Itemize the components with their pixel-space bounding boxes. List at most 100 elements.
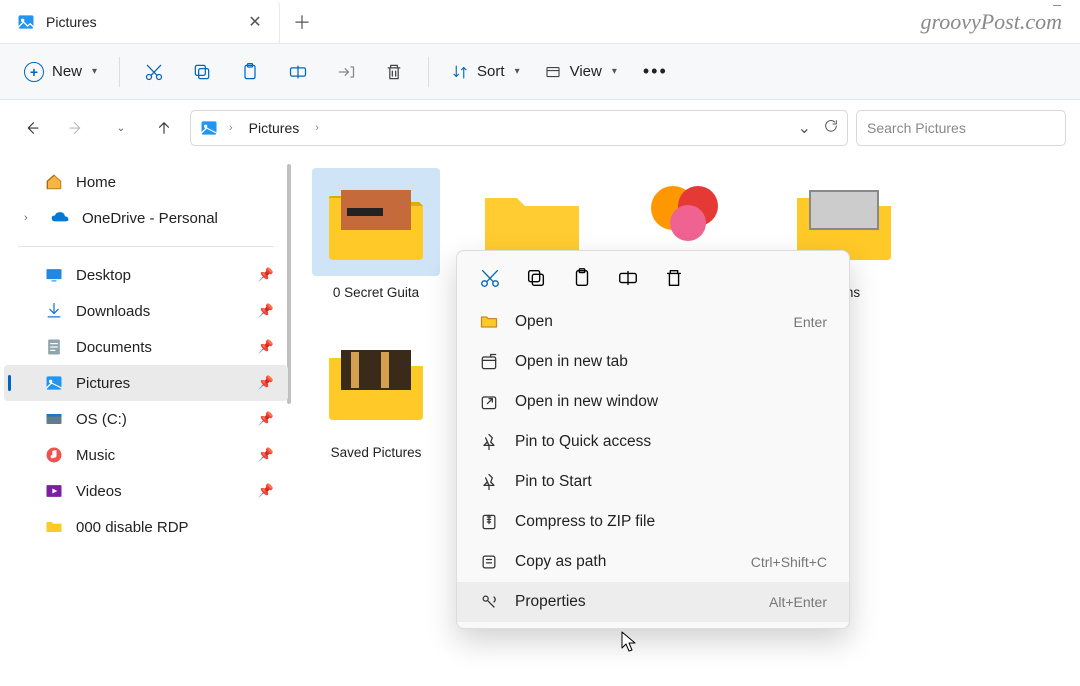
refresh-button[interactable] <box>823 118 839 139</box>
separator <box>428 57 429 87</box>
pin-icon <box>479 432 499 452</box>
up-button[interactable] <box>146 110 182 146</box>
separator <box>119 57 120 87</box>
search-placeholder: Search Pictures <box>867 120 966 136</box>
new-button[interactable]: + New ▾ <box>14 56 107 88</box>
new-window-icon <box>479 392 499 412</box>
delete-button[interactable] <box>663 267 685 289</box>
cut-button[interactable] <box>132 54 176 90</box>
delete-button[interactable] <box>372 54 416 90</box>
cut-button[interactable] <box>479 267 501 289</box>
sidebar-item-downloads[interactable]: Downloads 📌 <box>4 293 288 329</box>
ctx-open-new-window[interactable]: Open in new window <box>457 382 849 422</box>
forward-button[interactable] <box>58 110 94 146</box>
sidebar-item-pictures[interactable]: Pictures 📌 <box>4 365 288 401</box>
sidebar-item-documents[interactable]: Documents 📌 <box>4 329 288 365</box>
ctx-copy-path[interactable]: Copy as path Ctrl+Shift+C <box>457 542 849 582</box>
new-tab-icon <box>479 352 499 372</box>
back-button[interactable] <box>14 110 50 146</box>
ctx-shortcut: Enter <box>794 314 827 330</box>
rename-button[interactable] <box>617 267 639 289</box>
search-box[interactable]: Search Pictures <box>856 110 1066 146</box>
sort-button[interactable]: Sort ▾ <box>441 57 530 87</box>
properties-icon <box>479 592 499 612</box>
sidebar-item-desktop[interactable]: Desktop 📌 <box>4 257 288 293</box>
sidebar-label: Desktop <box>76 267 131 284</box>
tab-close-button[interactable]: ✕ <box>243 10 267 34</box>
sidebar-label: Documents <box>76 339 152 356</box>
downloads-icon <box>44 301 64 321</box>
ctx-open[interactable]: Open Enter <box>457 302 849 342</box>
pin-icon: 📌 <box>258 303 274 319</box>
ctx-properties[interactable]: Properties Alt+Enter <box>457 582 849 622</box>
new-label: New <box>52 63 82 80</box>
copy-button[interactable] <box>525 267 547 289</box>
pin-icon: 📌 <box>258 411 274 427</box>
folder-icon <box>44 517 64 537</box>
sidebar-label: OS (C:) <box>76 411 127 428</box>
sidebar-item-music[interactable]: Music 📌 <box>4 437 288 473</box>
pictures-icon <box>199 118 219 138</box>
chevron-right-icon: › <box>315 122 319 134</box>
zip-icon <box>479 512 499 532</box>
sidebar-label: Pictures <box>76 375 130 392</box>
rename-button[interactable] <box>276 54 320 90</box>
pin-icon: 📌 <box>258 447 274 463</box>
view-label: View <box>570 63 602 80</box>
sidebar-label: OneDrive - Personal <box>82 210 218 227</box>
pin-icon: 📌 <box>258 339 274 355</box>
sidebar-label: Music <box>76 447 115 464</box>
plus-icon: + <box>24 62 44 82</box>
folder-label: Saved Pictures <box>331 444 422 462</box>
tab-pictures[interactable]: Pictures ✕ <box>0 0 280 43</box>
share-button[interactable] <box>324 54 368 90</box>
paste-button[interactable] <box>228 54 272 90</box>
pin-icon: 📌 <box>258 267 274 283</box>
sidebar-item-videos[interactable]: Videos 📌 <box>4 473 288 509</box>
ctx-label: Properties <box>515 593 586 611</box>
ctx-open-new-tab[interactable]: Open in new tab <box>457 342 849 382</box>
onedrive-icon <box>50 208 70 228</box>
paste-button[interactable] <box>571 267 593 289</box>
more-button[interactable]: ••• <box>631 55 680 88</box>
address-dropdown[interactable]: ⌄ <box>798 118 811 139</box>
recent-button[interactable]: ⌄ <box>102 110 138 146</box>
address-bar[interactable]: › Pictures › ⌄ <box>190 110 848 146</box>
sidebar-label: Downloads <box>76 303 150 320</box>
new-tab-button[interactable]: ＋ <box>280 0 324 43</box>
folder-item[interactable]: 0 Secret Guita <box>312 168 440 302</box>
ctx-label: Pin to Start <box>515 473 592 491</box>
sort-label: Sort <box>477 63 505 80</box>
minimize-button[interactable]: ─ <box>1034 0 1080 12</box>
separator <box>18 246 274 247</box>
ctx-label: Copy as path <box>515 553 606 571</box>
copy-button[interactable] <box>180 54 224 90</box>
ctx-label: Pin to Quick access <box>515 433 651 451</box>
sidebar-label: 000 disable RDP <box>76 519 189 536</box>
breadcrumb-pictures[interactable]: Pictures <box>243 116 306 140</box>
videos-icon <box>44 481 64 501</box>
toolbar: + New ▾ Sort ▾ View ▾ ••• <box>0 44 1080 100</box>
sidebar-item-folder[interactable]: 000 disable RDP <box>4 509 288 545</box>
pictures-icon <box>44 373 64 393</box>
ctx-compress-zip[interactable]: Compress to ZIP file <box>457 502 849 542</box>
ctx-shortcut: Ctrl+Shift+C <box>751 554 827 570</box>
folder-icon <box>321 338 431 426</box>
ctx-pin-start[interactable]: Pin to Start <box>457 462 849 502</box>
chevron-right-icon: › <box>229 122 233 134</box>
chevron-right-icon: › <box>24 212 38 224</box>
sidebar-item-home[interactable]: Home <box>4 164 288 200</box>
sidebar-label: Videos <box>76 483 122 500</box>
folder-label: 0 Secret Guita <box>333 284 419 302</box>
desktop-icon <box>44 265 64 285</box>
view-button[interactable]: View ▾ <box>534 57 627 87</box>
pin-icon: 📌 <box>258 375 274 391</box>
ctx-label: Open in new tab <box>515 353 628 371</box>
sidebar-label: Home <box>76 174 116 191</box>
ctx-pin-quick-access[interactable]: Pin to Quick access <box>457 422 849 462</box>
chevron-down-icon: ⌄ <box>117 123 125 134</box>
context-menu: Open Enter Open in new tab Open in new w… <box>456 250 850 629</box>
sidebar-item-onedrive[interactable]: › OneDrive - Personal <box>4 200 288 236</box>
folder-item[interactable]: Saved Pictures <box>312 328 440 462</box>
sidebar-item-osc[interactable]: OS (C:) 📌 <box>4 401 288 437</box>
